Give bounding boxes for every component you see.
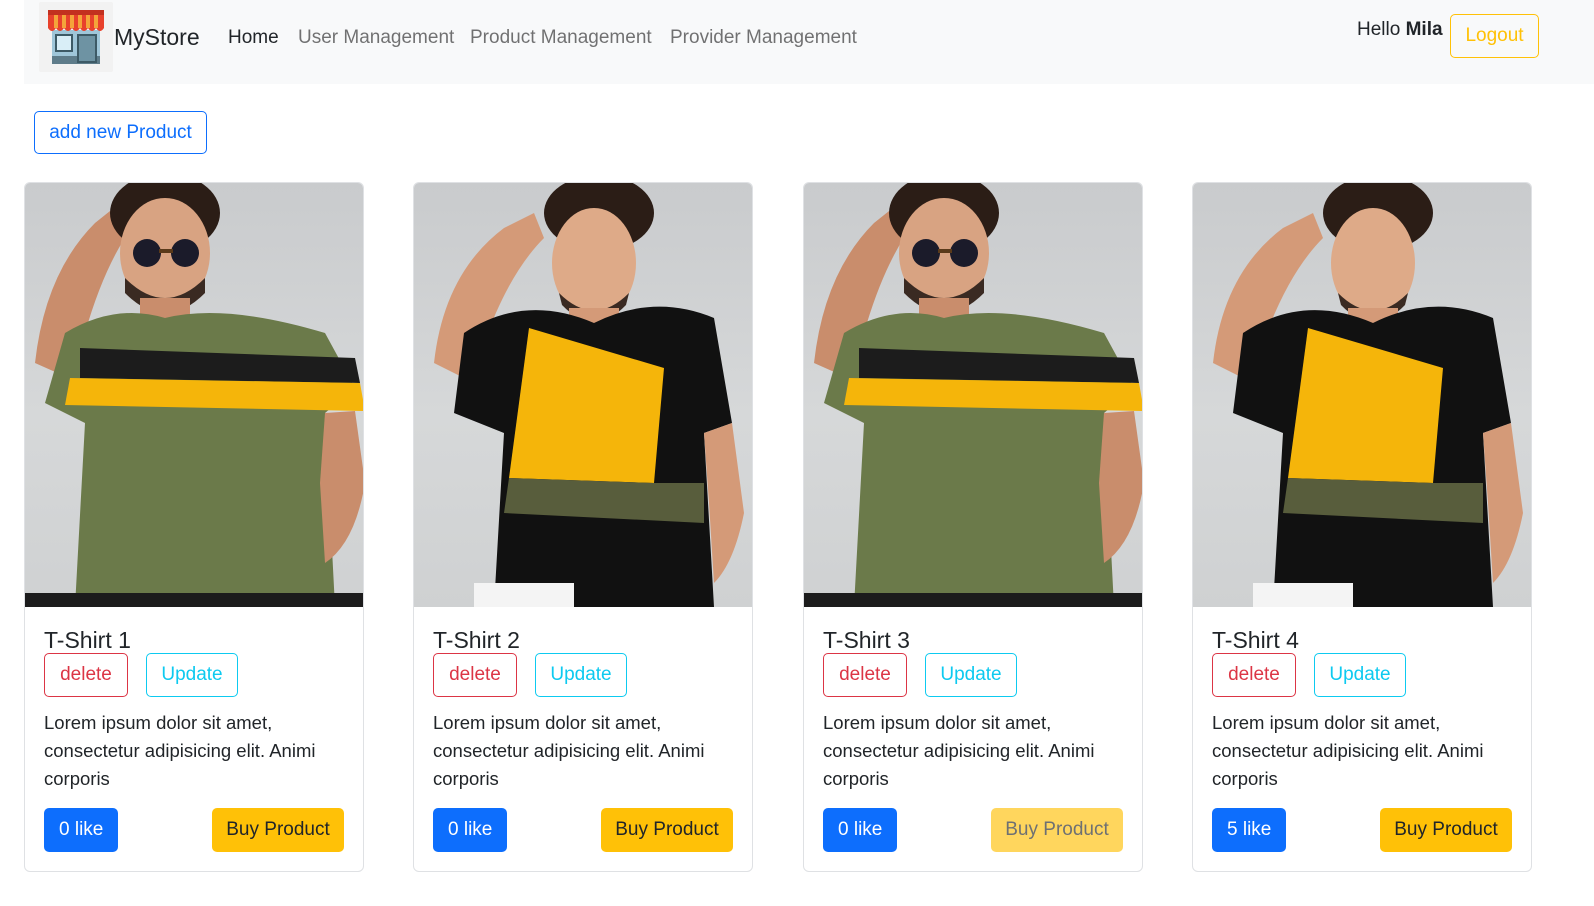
product-description: Lorem ipsum dolor sit amet, consectetur … — [44, 712, 316, 789]
product-image — [804, 183, 1142, 607]
update-button[interactable]: Update — [146, 653, 238, 697]
update-button[interactable]: Update — [925, 653, 1017, 697]
brand-name[interactable]: MyStore — [114, 24, 200, 51]
product-card: T-Shirt 4 delete Update Lorem ipsum dolo… — [1192, 182, 1532, 872]
username: Mila — [1405, 19, 1443, 40]
delete-button[interactable]: delete — [433, 653, 517, 697]
update-button[interactable]: Update — [1314, 653, 1406, 697]
product-image — [25, 183, 363, 607]
nav-link-user-management[interactable]: User Management — [298, 27, 454, 49]
update-button[interactable]: Update — [535, 653, 627, 697]
product-title: T-Shirt 3 — [823, 627, 910, 653]
buy-product-button[interactable]: Buy Product — [212, 808, 344, 852]
like-button[interactable]: 5 like — [1212, 808, 1287, 852]
add-new-product-button[interactable]: add new Product — [34, 111, 207, 154]
product-card: T-Shirt 2 delete Update Lorem ipsum dolo… — [413, 182, 753, 872]
store-logo-icon[interactable] — [39, 2, 113, 72]
nav-link-provider-management[interactable]: Provider Management — [670, 27, 857, 49]
like-button[interactable]: 0 like — [433, 808, 508, 852]
product-image — [414, 183, 752, 607]
product-description: Lorem ipsum dolor sit amet, consectetur … — [1212, 712, 1484, 789]
delete-button[interactable]: delete — [823, 653, 907, 697]
delete-button[interactable]: delete — [44, 653, 128, 697]
nav-link-home[interactable]: Home — [228, 27, 279, 49]
user-greeting: Hello Mila — [1357, 19, 1443, 41]
buy-product-button[interactable]: Buy Product — [601, 808, 733, 852]
product-card: T-Shirt 1 delete Update Lorem ipsum dolo… — [24, 182, 364, 872]
delete-button[interactable]: delete — [1212, 653, 1296, 697]
product-title: T-Shirt 4 — [1212, 627, 1299, 653]
like-button[interactable]: 0 like — [44, 808, 119, 852]
logout-button[interactable]: Logout — [1450, 14, 1539, 58]
buy-product-button[interactable]: Buy Product — [1380, 808, 1512, 852]
product-description: Lorem ipsum dolor sit amet, consectetur … — [823, 712, 1095, 789]
buy-product-button[interactable]: Buy Product — [991, 808, 1123, 852]
product-image — [1193, 183, 1531, 607]
product-title: T-Shirt 2 — [433, 627, 520, 653]
product-description: Lorem ipsum dolor sit amet, consectetur … — [433, 712, 705, 789]
greeting-text: Hello — [1357, 19, 1401, 40]
product-title: T-Shirt 1 — [44, 627, 131, 653]
product-card: T-Shirt 3 delete Update Lorem ipsum dolo… — [803, 182, 1143, 872]
nav-link-product-management[interactable]: Product Management — [470, 27, 652, 49]
navbar: MyStore Home User Management Product Man… — [24, 0, 1594, 84]
like-button[interactable]: 0 like — [823, 808, 898, 852]
